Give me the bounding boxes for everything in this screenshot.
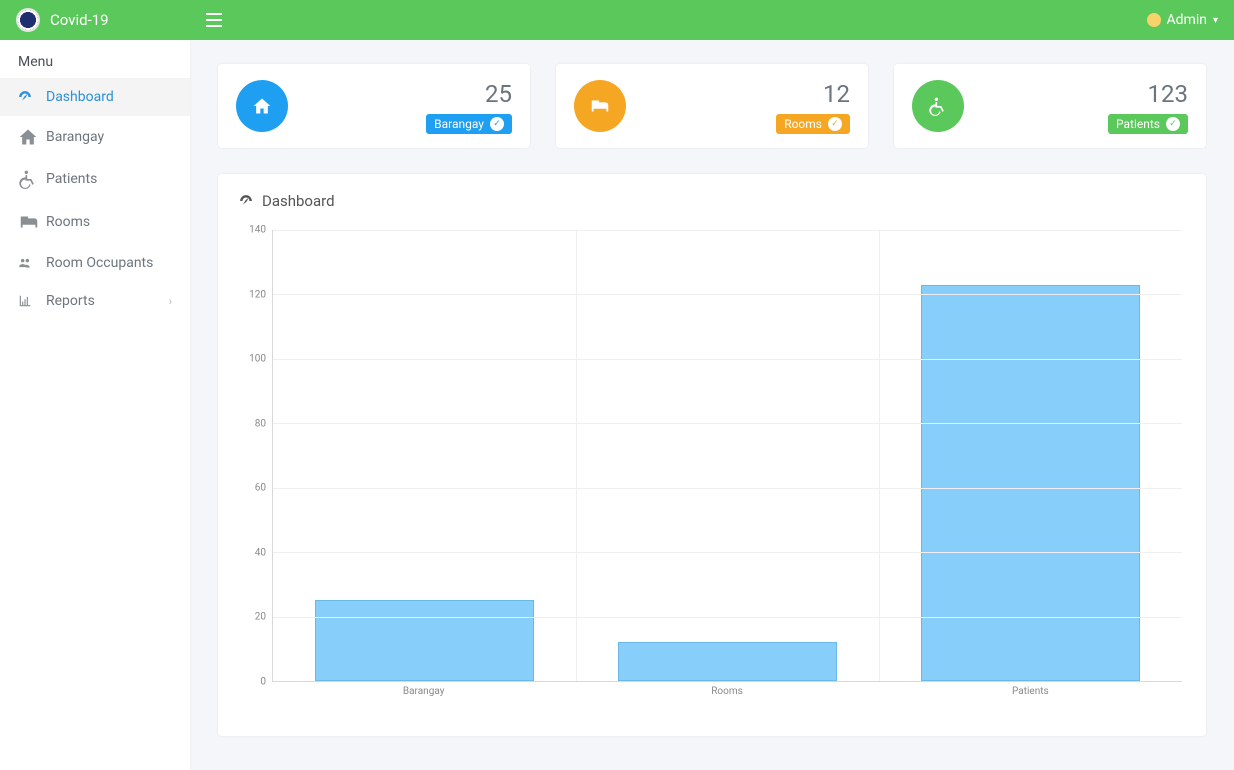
sidebar-item-label: Reports [46, 293, 95, 309]
check-circle-icon [828, 117, 842, 131]
chart-gridline [273, 359, 1182, 360]
y-tick-label: 20 [255, 612, 266, 623]
stat-card-barangay[interactable]: 25 Barangay [218, 64, 530, 148]
y-tick-label: 140 [249, 225, 266, 236]
sidebar-item-label: Room Occupants [46, 255, 153, 271]
brand-logo-icon [16, 8, 40, 32]
sidebar-item-reports[interactable]: Reports › [0, 282, 190, 320]
user-name-label: Admin [1167, 12, 1207, 28]
dashboard-icon [18, 90, 34, 104]
user-menu[interactable]: Admin ▾ [1147, 12, 1218, 28]
x-tick-label: Rooms [711, 686, 743, 697]
y-tick-label: 40 [255, 547, 266, 558]
chart-gridline [273, 488, 1182, 489]
stat-value: 12 [776, 80, 850, 108]
stat-badge[interactable]: Rooms [776, 114, 850, 134]
chart-icon [18, 294, 34, 308]
users-icon [18, 256, 34, 270]
main-content: 25 Barangay 12 Rooms 123 Patients Dashboard 0… [190, 40, 1234, 770]
chart-gridline [273, 230, 1182, 231]
sidebar: Menu Dashboard Barangay Patients Rooms Room … [0, 40, 190, 770]
x-tick-label: Patients [1012, 686, 1049, 697]
home-icon [18, 127, 34, 147]
stat-badge-label: Barangay [434, 117, 484, 131]
caret-down-icon: ▾ [1213, 15, 1218, 26]
stat-cards-row: 25 Barangay 12 Rooms 123 Patients [218, 64, 1206, 148]
y-tick-label: 100 [249, 354, 266, 365]
chart-plot-area [272, 230, 1182, 682]
bed-icon [574, 80, 626, 132]
sidebar-header: Menu [0, 40, 190, 70]
stat-badge[interactable]: Barangay [426, 114, 512, 134]
chart-bars [273, 230, 1182, 681]
brand-title: Covid-19 [50, 11, 109, 29]
sidebar-item-label: Dashboard [46, 89, 114, 105]
chart-gridline [273, 294, 1182, 295]
sidebar-item-label: Barangay [46, 129, 104, 145]
sidebar-item-dashboard[interactable]: Dashboard [0, 78, 190, 116]
stat-card-rooms[interactable]: 12 Rooms [556, 64, 868, 148]
bed-icon [18, 211, 34, 233]
stat-value: 25 [426, 80, 512, 108]
sidebar-item-rooms[interactable]: Rooms [0, 200, 190, 244]
chart-bar-patients[interactable] [921, 285, 1139, 681]
wheelchair-icon [912, 80, 964, 132]
sidebar-item-patients[interactable]: Patients [0, 158, 190, 200]
chart-gridline [576, 230, 577, 681]
top-navbar: Covid-19 Admin ▾ [0, 0, 1234, 40]
x-tick-label: Barangay [403, 686, 445, 697]
sidebar-item-label: Rooms [46, 214, 90, 230]
chart-y-axis: 020406080100120140 [238, 230, 272, 682]
chevron-right-icon: › [169, 295, 172, 308]
y-tick-label: 80 [255, 418, 266, 429]
sidebar-item-room-occupants[interactable]: Room Occupants [0, 244, 190, 282]
stat-card-patients[interactable]: 123 Patients [894, 64, 1206, 148]
sidebar-item-barangay[interactable]: Barangay [0, 116, 190, 158]
stat-value: 123 [1108, 80, 1188, 108]
chart-gridline [879, 230, 880, 681]
user-avatar-icon [1147, 13, 1161, 27]
panel-title-label: Dashboard [262, 192, 335, 210]
check-circle-icon [1166, 117, 1180, 131]
chart-bar-barangay[interactable] [315, 600, 533, 681]
stat-badge[interactable]: Patients [1108, 114, 1188, 134]
panel-title-row: Dashboard [238, 192, 1186, 210]
dashboard-icon [238, 194, 254, 208]
stat-badge-label: Patients [1116, 117, 1160, 131]
y-tick-label: 0 [260, 677, 266, 688]
check-circle-icon [490, 117, 504, 131]
home-icon [236, 80, 288, 132]
chart-gridline [273, 552, 1182, 553]
wheelchair-icon [18, 169, 34, 189]
dashboard-panel: Dashboard 0 20 40 60 80 100 120 140 Barangay Roo… [218, 174, 1206, 736]
bar-chart: 0 20 40 60 80 100 120 140 Barangay Rooms Patients [238, 220, 1186, 710]
brand-group[interactable]: Covid-19 [16, 8, 206, 32]
y-tick-label: 60 [255, 483, 266, 494]
chart-gridline [273, 423, 1182, 424]
chart-x-labels: Barangay Rooms Patients [272, 686, 1182, 706]
sidebar-item-label: Patients [46, 171, 97, 187]
chart-gridline [273, 617, 1182, 618]
stat-badge-label: Rooms [784, 117, 822, 131]
sidebar-menu: Dashboard Barangay Patients Rooms Room Occup… [0, 78, 190, 320]
y-tick-label: 120 [249, 289, 266, 300]
chart-bar-rooms[interactable] [618, 642, 836, 681]
hamburger-icon[interactable] [206, 13, 222, 27]
